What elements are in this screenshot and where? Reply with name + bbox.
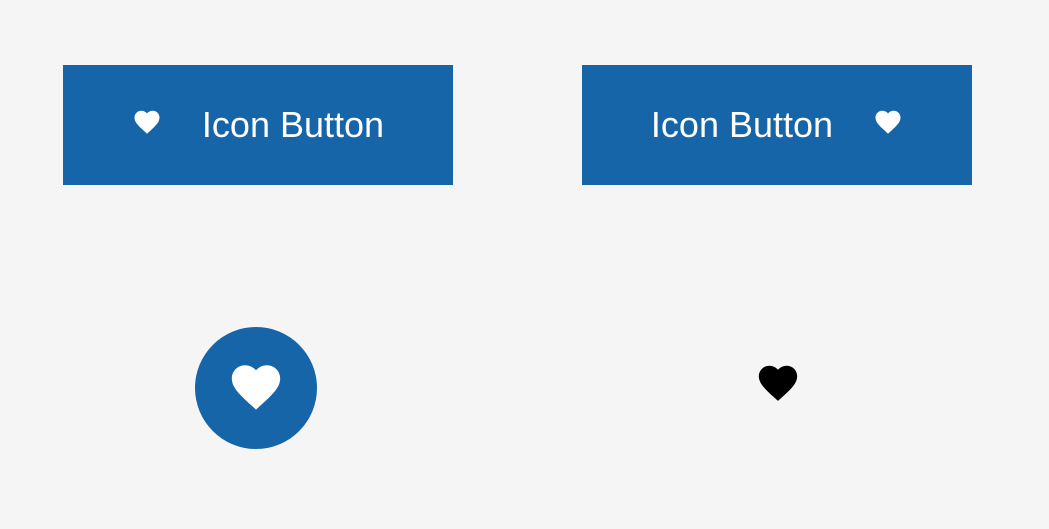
icon-button-leading[interactable]: Icon Button: [63, 65, 453, 185]
icon-button-circle[interactable]: [195, 327, 317, 449]
heart-icon: [132, 104, 162, 146]
heart-icon: [873, 104, 903, 146]
button-label: Icon Button: [651, 104, 833, 146]
icon-button-trailing[interactable]: Icon Button: [582, 65, 972, 185]
icon-button-plain[interactable]: [755, 360, 801, 409]
heart-icon: [755, 360, 801, 409]
button-label: Icon Button: [202, 104, 384, 146]
heart-icon: [227, 358, 285, 419]
